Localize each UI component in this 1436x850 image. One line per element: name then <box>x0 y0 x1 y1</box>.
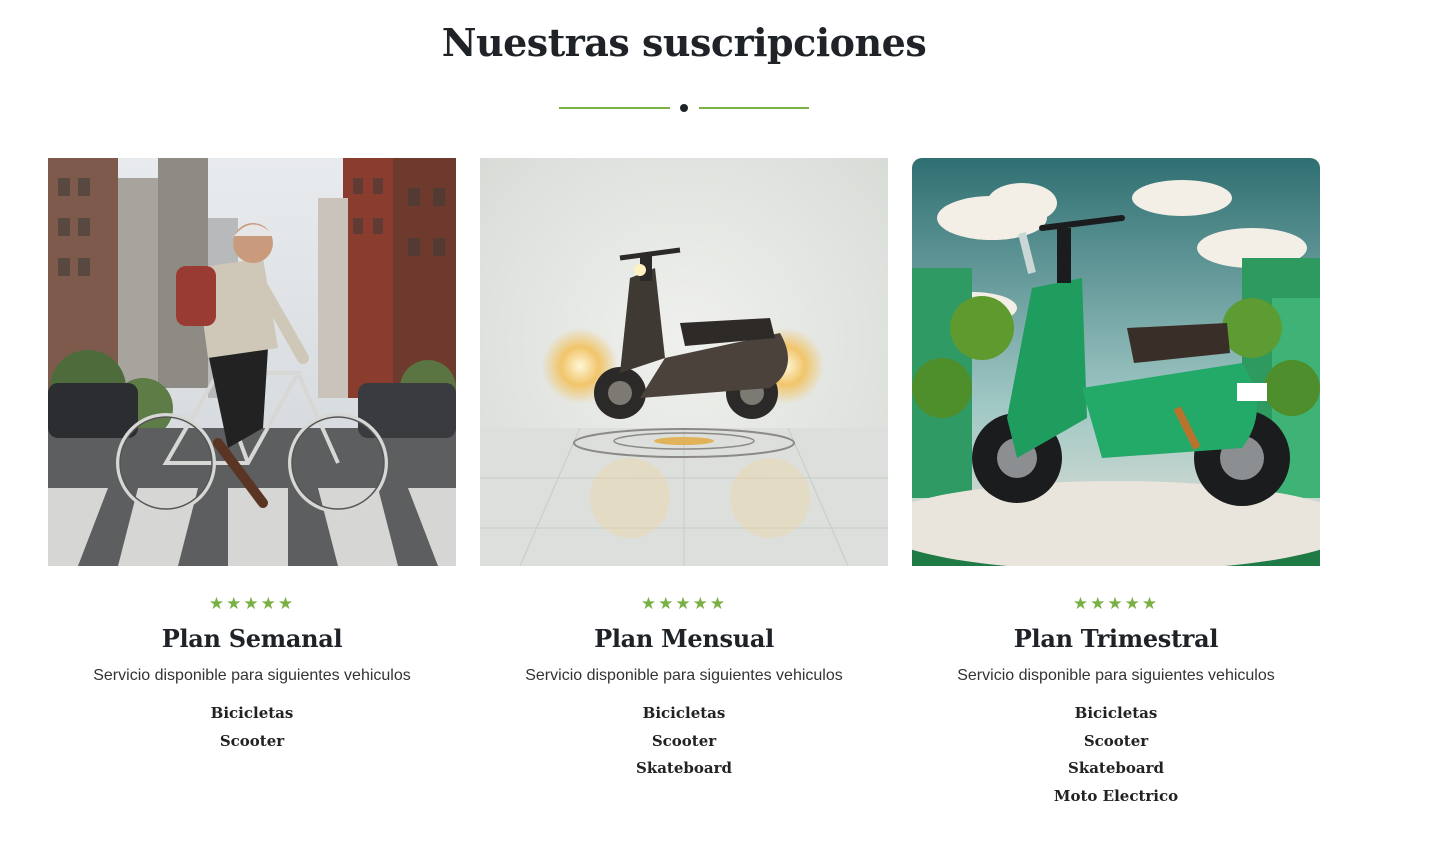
rating-stars: ★★★★★ <box>1072 594 1160 614</box>
vehicle-item: Moto Electrico <box>1053 786 1179 805</box>
vehicle-list: Bicicletas Scooter Skateboard <box>480 700 888 783</box>
vehicle-item: Skateboard <box>1067 759 1165 777</box>
plan-description: Servicio disponible para siguientes vehi… <box>957 667 1275 684</box>
vehicle-item: Scooter <box>1083 731 1149 750</box>
plan-title: Plan Semanal <box>161 624 343 653</box>
plan-card-trimestral[interactable]: ★★★★★ Plan Trimestral Servicio disponibl… <box>912 158 1320 810</box>
plan-description: Servicio disponible para siguientes vehi… <box>525 667 843 684</box>
plan-title: Plan Mensual <box>594 624 774 653</box>
divider-line-left <box>559 107 670 109</box>
plan-title: Plan Trimestral <box>1013 624 1219 653</box>
vehicle-list: Bicicletas Scooter <box>48 700 456 755</box>
vehicle-item: Scooter <box>651 731 717 750</box>
vehicle-item: Scooter <box>219 731 285 750</box>
plan-card-mensual[interactable]: ★★★★★ Plan Mensual Servicio disponible p… <box>480 158 888 783</box>
scooter-photo[interactable] <box>480 158 888 566</box>
rating-stars: ★★★★★ <box>208 594 296 614</box>
section-title: Nuestras suscripciones <box>441 20 927 65</box>
vehicle-item: Bicicletas <box>1074 704 1158 722</box>
plan-card-semanal[interactable]: ★★★★★ Plan Semanal Servicio disponible p… <box>48 158 456 755</box>
rating-stars: ★★★★★ <box>640 594 728 614</box>
green-scooter-photo[interactable] <box>912 158 1320 566</box>
divider-line-right <box>699 107 809 109</box>
divider-dot <box>680 104 688 112</box>
plan-description: Servicio disponible para siguientes vehi… <box>93 667 411 684</box>
vehicle-item: Skateboard <box>635 759 733 777</box>
vehicle-list: Bicicletas Scooter Skateboard Moto Elect… <box>912 700 1320 810</box>
cyclist-photo[interactable] <box>48 158 456 566</box>
vehicle-item: Bicicletas <box>210 704 294 722</box>
vehicle-item: Bicicletas <box>642 704 726 722</box>
title-divider <box>559 102 809 114</box>
